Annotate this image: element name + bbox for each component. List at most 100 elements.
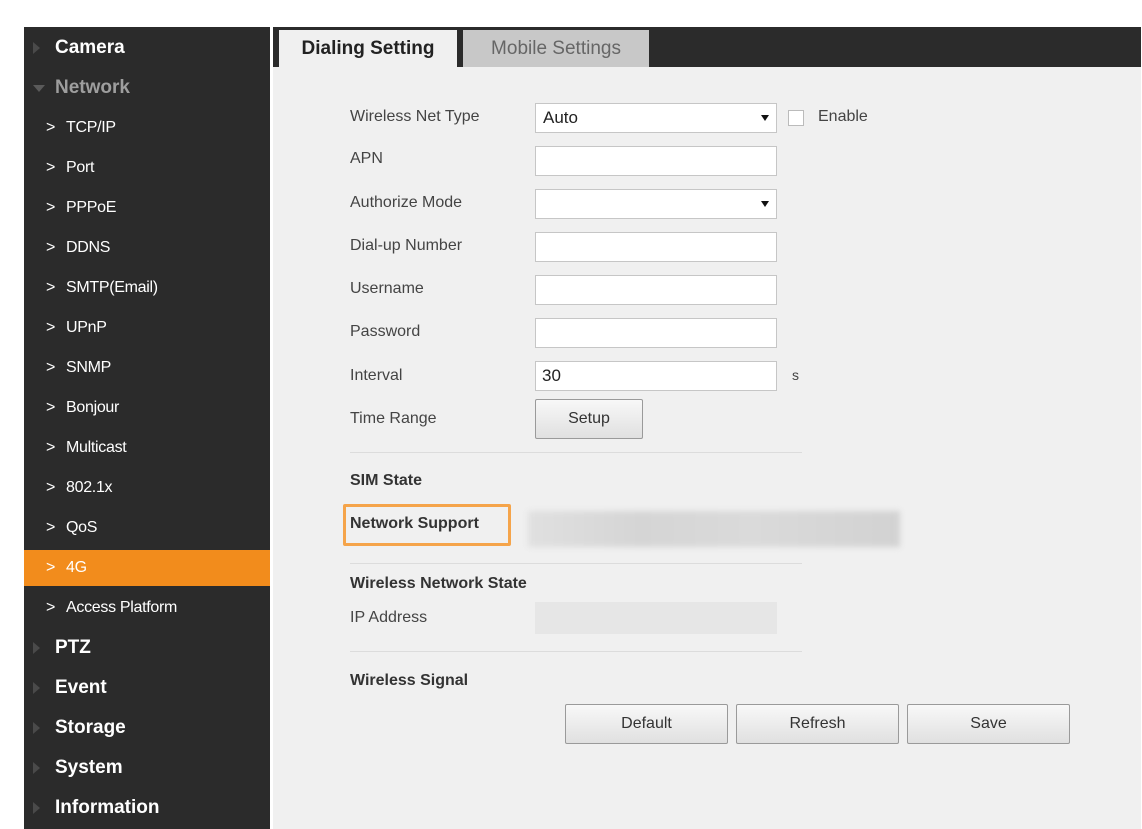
chevron-right-icon: >: [46, 519, 56, 536]
sidebar-item-label: QoS: [66, 519, 98, 536]
sidebar-item-label: Bonjour: [66, 399, 120, 416]
sidebar-item-label: SNMP: [66, 359, 112, 376]
chevron-right-icon: >: [46, 239, 56, 256]
sidebar-item-label: Information: [55, 797, 160, 818]
sidebar-item-snmp[interactable]: > SNMP: [24, 350, 270, 386]
divider: [350, 452, 802, 453]
authorize-mode-select[interactable]: [535, 189, 777, 219]
caret-right-icon: [33, 802, 40, 814]
sidebar-item-label: Access Platform: [66, 599, 178, 616]
sidebar-item-label: Port: [66, 159, 95, 176]
chevron-right-icon: >: [46, 559, 56, 576]
sidebar-item-storage[interactable]: Storage: [24, 710, 270, 746]
sidebar-item-tcp-ip[interactable]: > TCP/IP: [24, 110, 270, 146]
dropdown-arrow-icon: [761, 115, 769, 121]
caret-right-icon: [33, 642, 40, 654]
dropdown-arrow-icon: [761, 201, 769, 207]
sidebar-item-label: Camera: [55, 37, 125, 58]
chevron-right-icon: >: [46, 359, 56, 376]
sidebar-item-multicast[interactable]: > Multicast: [24, 430, 270, 466]
wireless-net-type-label: Wireless Net Type: [350, 108, 480, 125]
username-input[interactable]: [535, 275, 777, 305]
chevron-right-icon: >: [46, 119, 56, 136]
password-label: Password: [350, 323, 421, 340]
caret-down-icon: [33, 85, 45, 92]
sidebar-item-4g[interactable]: >4G: [24, 550, 270, 586]
ip-address-label: IP Address: [350, 609, 428, 626]
sim-state-heading: SIM State: [350, 472, 423, 489]
caret-right-icon: [33, 682, 40, 694]
wireless-network-state-heading: Wireless Network State: [350, 575, 527, 592]
setup-button[interactable]: Setup: [535, 399, 643, 439]
chevron-right-icon: >: [46, 439, 56, 456]
sidebar-item-label: Network: [55, 77, 130, 98]
sidebar-item-information[interactable]: Information: [24, 790, 270, 826]
default-button[interactable]: Default: [565, 704, 728, 744]
sidebar-item-access-platform[interactable]: > Access Platform: [24, 590, 270, 626]
sidebar-item-label: TCP/IP: [66, 119, 116, 136]
ip-address-value: [535, 602, 777, 634]
dialup-number-input[interactable]: [535, 232, 777, 262]
tab-mobile-settings[interactable]: Mobile Settings: [463, 30, 649, 67]
caret-right-icon: [33, 42, 40, 54]
sidebar-item-ptz[interactable]: PTZ: [24, 630, 270, 666]
sidebar-item-event[interactable]: Event: [24, 670, 270, 706]
apn-label: APN: [350, 150, 383, 167]
tab-bar: Dialing Setting Mobile Settings: [273, 27, 1141, 67]
sidebar-item-label: PTZ: [55, 637, 91, 658]
enable-checkbox[interactable]: [788, 110, 804, 126]
sidebar-item-smtp-email[interactable]: > SMTP(Email): [24, 270, 270, 306]
sidebar-item-label: Storage: [55, 717, 126, 738]
main-panel: Dialing Setting Mobile Settings Wireless…: [273, 27, 1141, 829]
sidebar-item-label: DDNS: [66, 239, 111, 256]
interval-unit: s: [792, 367, 799, 383]
sidebar-item-label: 4G: [66, 559, 87, 576]
chevron-right-icon: >: [46, 159, 56, 176]
sidebar-item-qos[interactable]: > QoS: [24, 510, 270, 546]
sidebar-item-port[interactable]: > Port: [24, 150, 270, 186]
sidebar: Camera Network > TCP/IP > Port > PPPoE > DDNS > SMT…: [24, 27, 270, 829]
chevron-right-icon: >: [46, 319, 56, 336]
sidebar-item-pppoe[interactable]: > PPPoE: [24, 190, 270, 226]
sidebar-item-label: SMTP(Email): [66, 279, 158, 296]
sidebar-item-label: 802.1x: [66, 479, 113, 496]
sidebar-item-label: Multicast: [66, 439, 127, 456]
interval-label: Interval: [350, 367, 403, 384]
save-button[interactable]: Save: [907, 704, 1070, 744]
network-support-value-redacted: [528, 511, 900, 547]
dialup-number-label: Dial-up Number: [350, 237, 463, 254]
password-input[interactable]: [535, 318, 777, 348]
sidebar-item-label: System: [55, 757, 123, 778]
sidebar-item-802-1x[interactable]: >802.1x: [24, 470, 270, 506]
refresh-button[interactable]: Refresh: [736, 704, 899, 744]
wireless-net-type-value: Auto: [543, 108, 578, 127]
chevron-right-icon: >: [46, 479, 56, 496]
wireless-net-type-select[interactable]: Auto: [535, 103, 777, 133]
chevron-right-icon: >: [46, 399, 56, 416]
sidebar-item-upnp[interactable]: > UPnP: [24, 310, 270, 346]
chevron-right-icon: >: [46, 599, 56, 616]
caret-right-icon: [33, 722, 40, 734]
sidebar-item-label: UPnP: [66, 319, 107, 336]
username-label: Username: [350, 280, 424, 297]
sidebar-item-network[interactable]: Network: [24, 70, 270, 106]
sidebar-item-camera[interactable]: Camera: [24, 30, 270, 66]
sidebar-item-bonjour[interactable]: > Bonjour: [24, 390, 270, 426]
caret-right-icon: [33, 762, 40, 774]
chevron-right-icon: >: [46, 279, 56, 296]
chevron-right-icon: >: [46, 199, 56, 216]
wireless-signal-heading: Wireless Signal: [350, 672, 469, 689]
tab-dialing-setting[interactable]: Dialing Setting: [279, 30, 457, 67]
authorize-mode-label: Authorize Mode: [350, 194, 463, 211]
network-support-heading: Network Support: [350, 515, 479, 532]
interval-input[interactable]: [535, 361, 777, 391]
divider: [350, 563, 802, 564]
sidebar-item-ddns[interactable]: > DDNS: [24, 230, 270, 266]
divider: [350, 651, 802, 652]
sidebar-item-label: Event: [55, 677, 107, 698]
time-range-label: Time Range: [350, 410, 437, 427]
enable-label: Enable: [818, 108, 868, 125]
sidebar-item-system[interactable]: System: [24, 750, 270, 786]
sidebar-item-label: PPPoE: [66, 199, 117, 216]
apn-input[interactable]: [535, 146, 777, 176]
